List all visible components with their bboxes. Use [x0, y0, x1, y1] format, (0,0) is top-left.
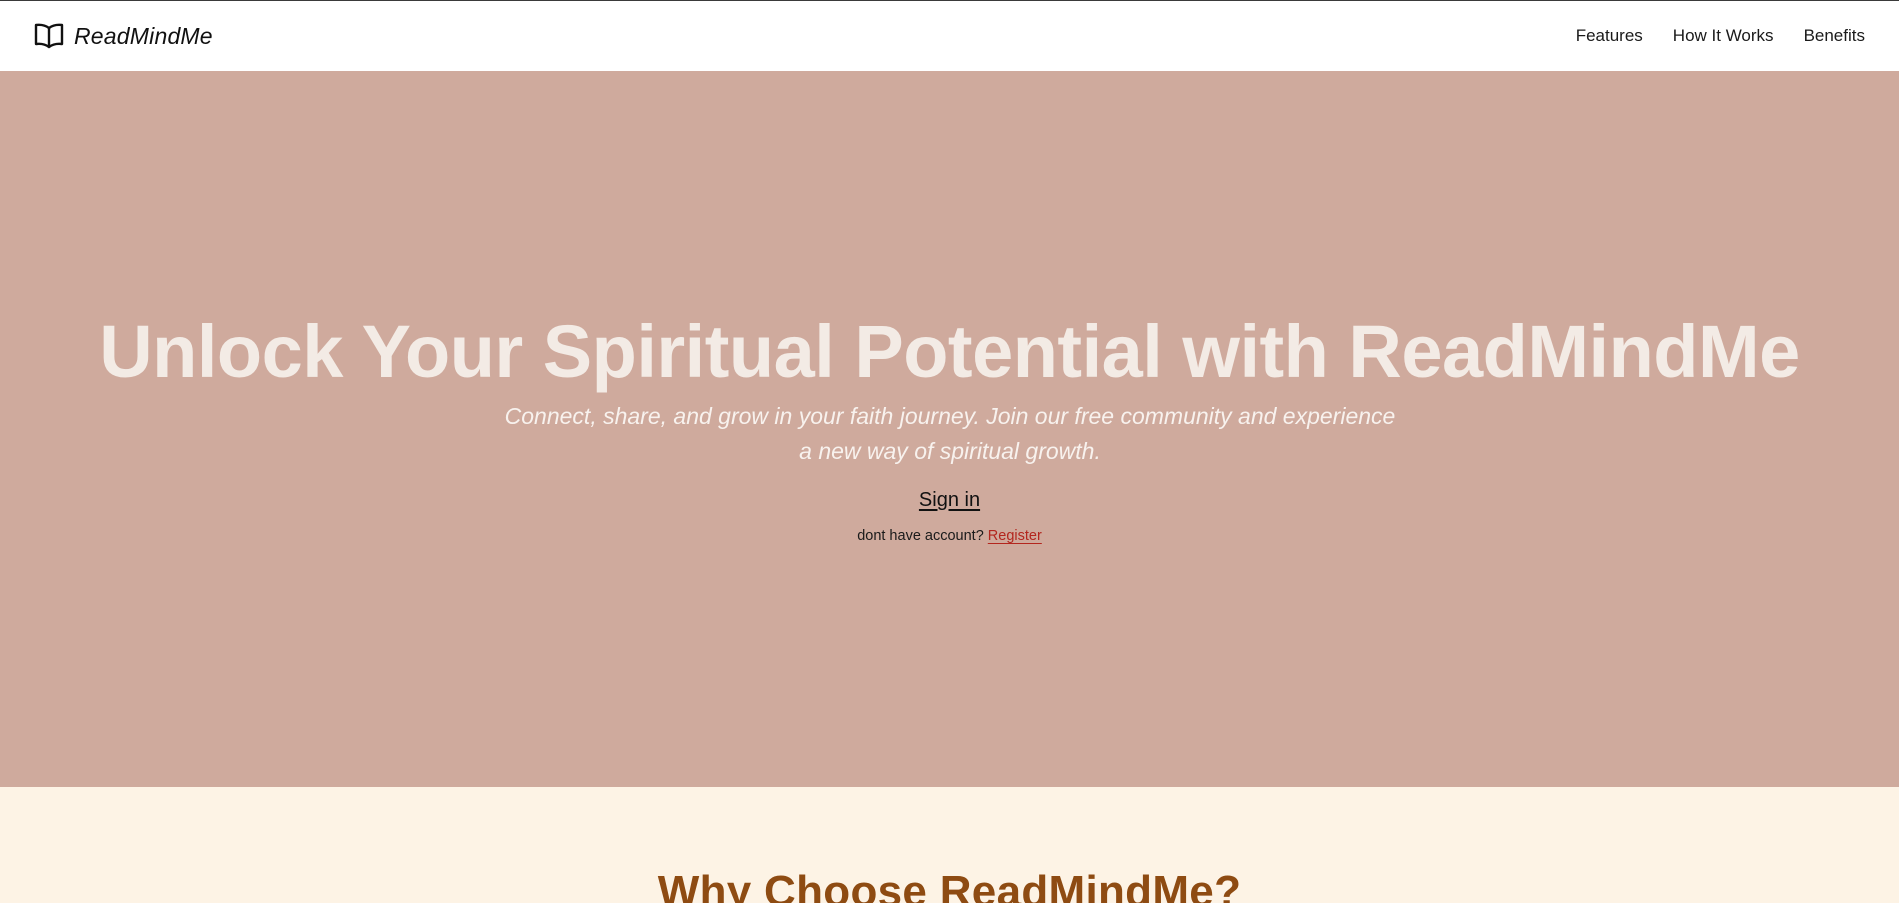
- nav-link-features[interactable]: Features: [1576, 26, 1643, 46]
- account-prompt-text: dont have account?: [857, 528, 988, 544]
- sign-in-link[interactable]: Sign in: [919, 489, 980, 511]
- signin-row: Sign in: [0, 489, 1899, 512]
- nav-link-how-it-works[interactable]: How It Works: [1673, 26, 1774, 46]
- main-nav: Features How It Works Benefits: [1576, 26, 1865, 46]
- hero-subtitle: Connect, share, and grow in your faith j…: [504, 403, 1396, 464]
- why-choose-title: Why Choose ReadMindMe?: [657, 867, 1242, 903]
- brand-name: ReadMindMe: [74, 22, 213, 49]
- open-book-icon: [34, 22, 64, 50]
- brand-logo-link[interactable]: ReadMindMe: [34, 22, 213, 50]
- site-header: ReadMindMe Features How It Works Benefit…: [0, 1, 1899, 71]
- register-link[interactable]: Register: [988, 528, 1042, 544]
- register-prompt: dont have account? Register: [0, 528, 1899, 544]
- why-choose-section: Why Choose ReadMindMe?: [0, 787, 1899, 903]
- nav-link-benefits[interactable]: Benefits: [1804, 26, 1865, 46]
- hero-title: Unlock Your Spiritual Potential with Rea…: [99, 310, 1800, 393]
- hero-section: Unlock Your Spiritual Potential with Rea…: [0, 71, 1899, 787]
